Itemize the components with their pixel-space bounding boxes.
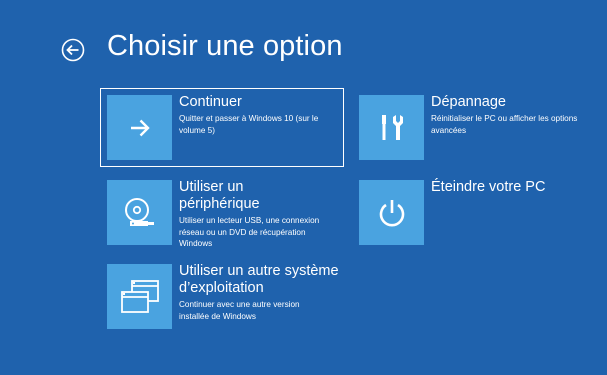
option-shutdown-title: Éteindre votre PC — [431, 179, 546, 195]
option-shutdown[interactable]: Éteindre votre PC — [353, 174, 583, 252]
option-other-os[interactable]: Utiliser un autre système d’exploitation… — [101, 258, 343, 336]
back-arrow-circle-icon — [61, 38, 85, 62]
option-use-device-description: Utiliser un lecteur USB, une connexion r… — [179, 216, 320, 248]
option-other-os-description: Continuer avec une autre version install… — [179, 300, 300, 321]
option-use-device-title: Utiliser un périphérique — [179, 179, 260, 212]
option-shutdown-tile — [359, 180, 424, 245]
back-button[interactable] — [61, 38, 85, 62]
power-icon — [379, 199, 404, 226]
tools-icon — [381, 114, 403, 140]
disc-drive-icon — [124, 197, 154, 226]
option-troubleshoot-title: Dépannage — [431, 94, 506, 110]
arrow-right-icon — [130, 119, 150, 136]
page-title: Choisir une option — [107, 30, 343, 62]
windows-stack-icon — [120, 279, 159, 313]
option-continue-description: Quitter et passer à Windows 10 (sur le v… — [179, 114, 319, 135]
option-other-os-title: Utiliser un autre système d’exploitation — [179, 263, 339, 296]
option-continue-tile — [107, 95, 172, 160]
option-use-device[interactable]: Utiliser un périphérique Utiliser un lec… — [101, 174, 343, 252]
option-troubleshoot-description: Réinitialiser le PC ou afficher les opti… — [431, 114, 578, 135]
option-other-os-tile — [107, 264, 172, 329]
option-troubleshoot[interactable]: Dépannage Réinitialiser le PC ou affiche… — [353, 89, 583, 166]
option-use-device-tile — [107, 180, 172, 245]
option-continue-title: Continuer — [179, 94, 242, 110]
option-continue[interactable]: Continuer Quitter et passer à Windows 10… — [100, 88, 344, 167]
option-troubleshoot-tile — [359, 95, 424, 160]
